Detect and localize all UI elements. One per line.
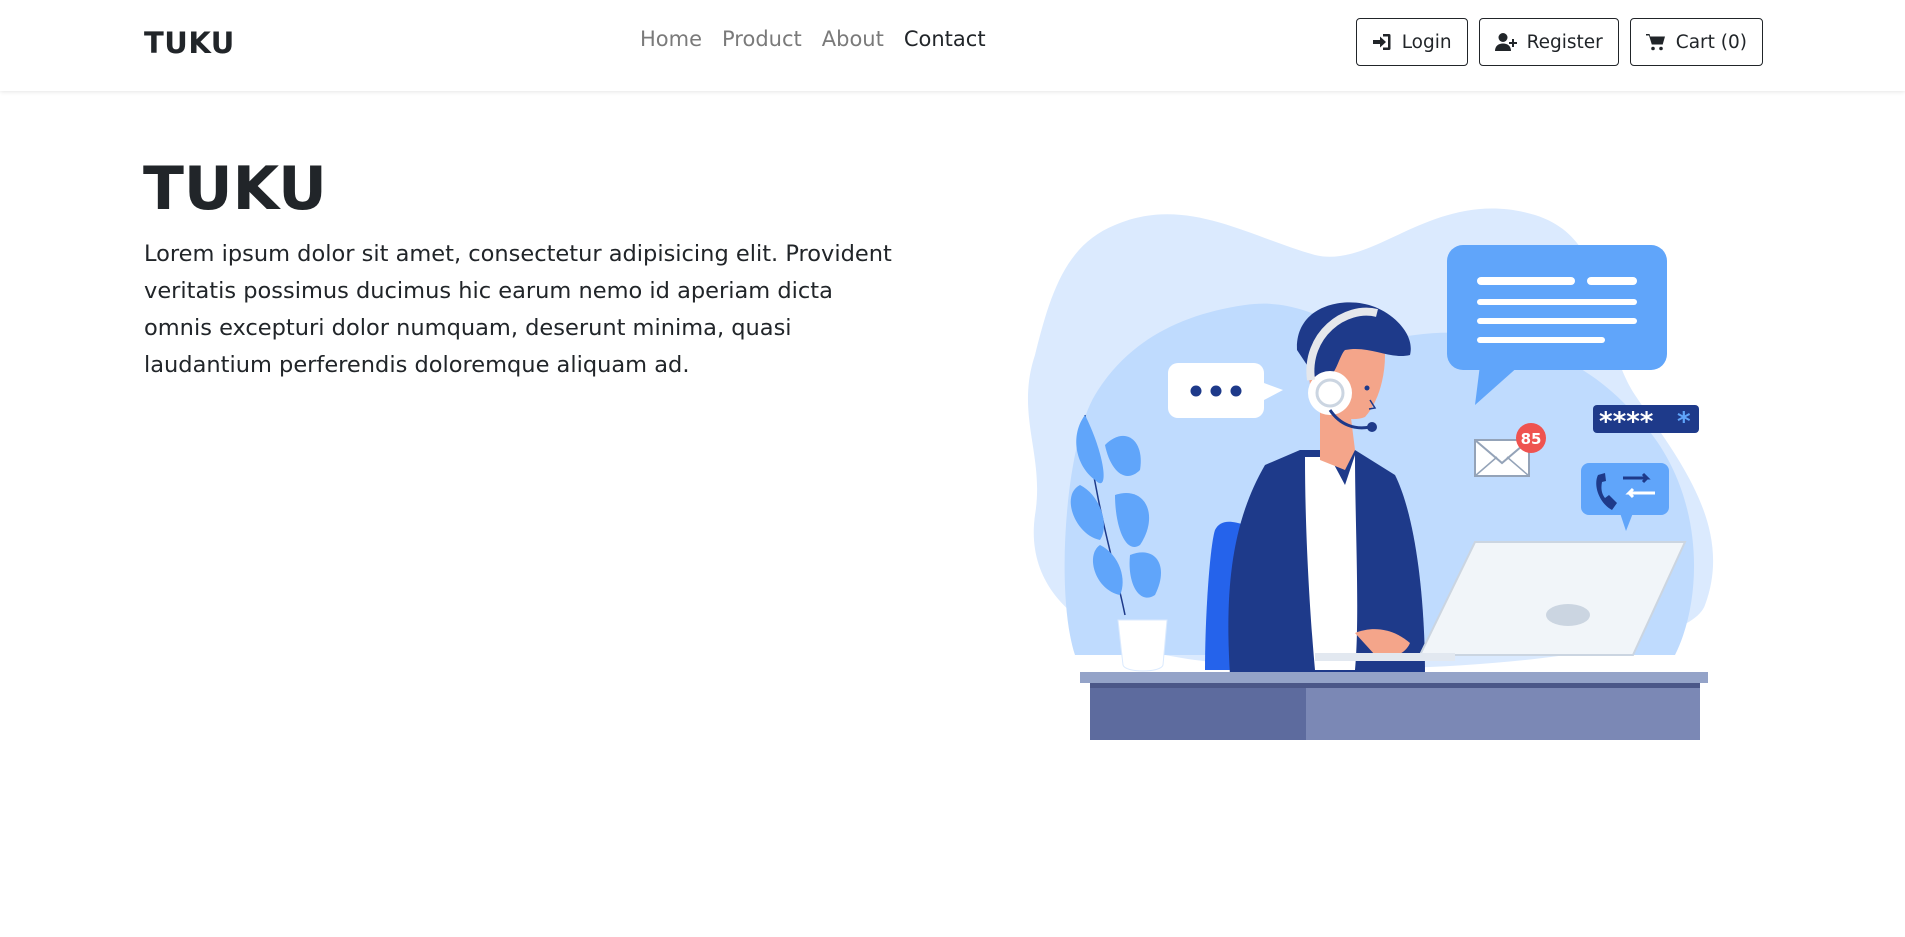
cart-label: Cart (0) [1675,31,1747,53]
nav-link-home[interactable]: Home [640,27,702,51]
desk-icon [1080,672,1708,740]
customer-support-illustration: **** * 85 [1027,208,1714,740]
svg-text:*: * [1677,407,1691,437]
register-button[interactable]: Register [1478,18,1619,66]
nav-link-contact[interactable]: Contact [904,27,986,51]
user-plus-icon [1494,33,1517,51]
brand-logo[interactable]: TUKU [144,26,235,60]
hero-title: TUKU [143,154,327,224]
cart-button[interactable]: Cart (0) [1629,18,1763,66]
notification-count: 85 [1521,430,1542,448]
sign-in-icon [1372,34,1391,50]
register-label: Register [1526,31,1603,53]
login-label: Login [1401,31,1452,53]
navbar: TUKU Home Product About Contact Login Re… [0,0,1905,91]
password-mask: **** [1599,407,1654,437]
hero-text: Lorem ipsum dolor sit amet, consectetur … [144,241,892,378]
nav-link-about[interactable]: About [822,27,884,51]
shopping-cart-icon [1645,34,1665,51]
password-field-icon: **** * [1593,405,1699,437]
login-button[interactable]: Login [1355,18,1468,66]
nav-buttons: Login Register Cart (0) [1355,18,1763,66]
nav-link-product[interactable]: Product [722,27,802,51]
nav-links: Home Product About Contact [640,27,986,51]
